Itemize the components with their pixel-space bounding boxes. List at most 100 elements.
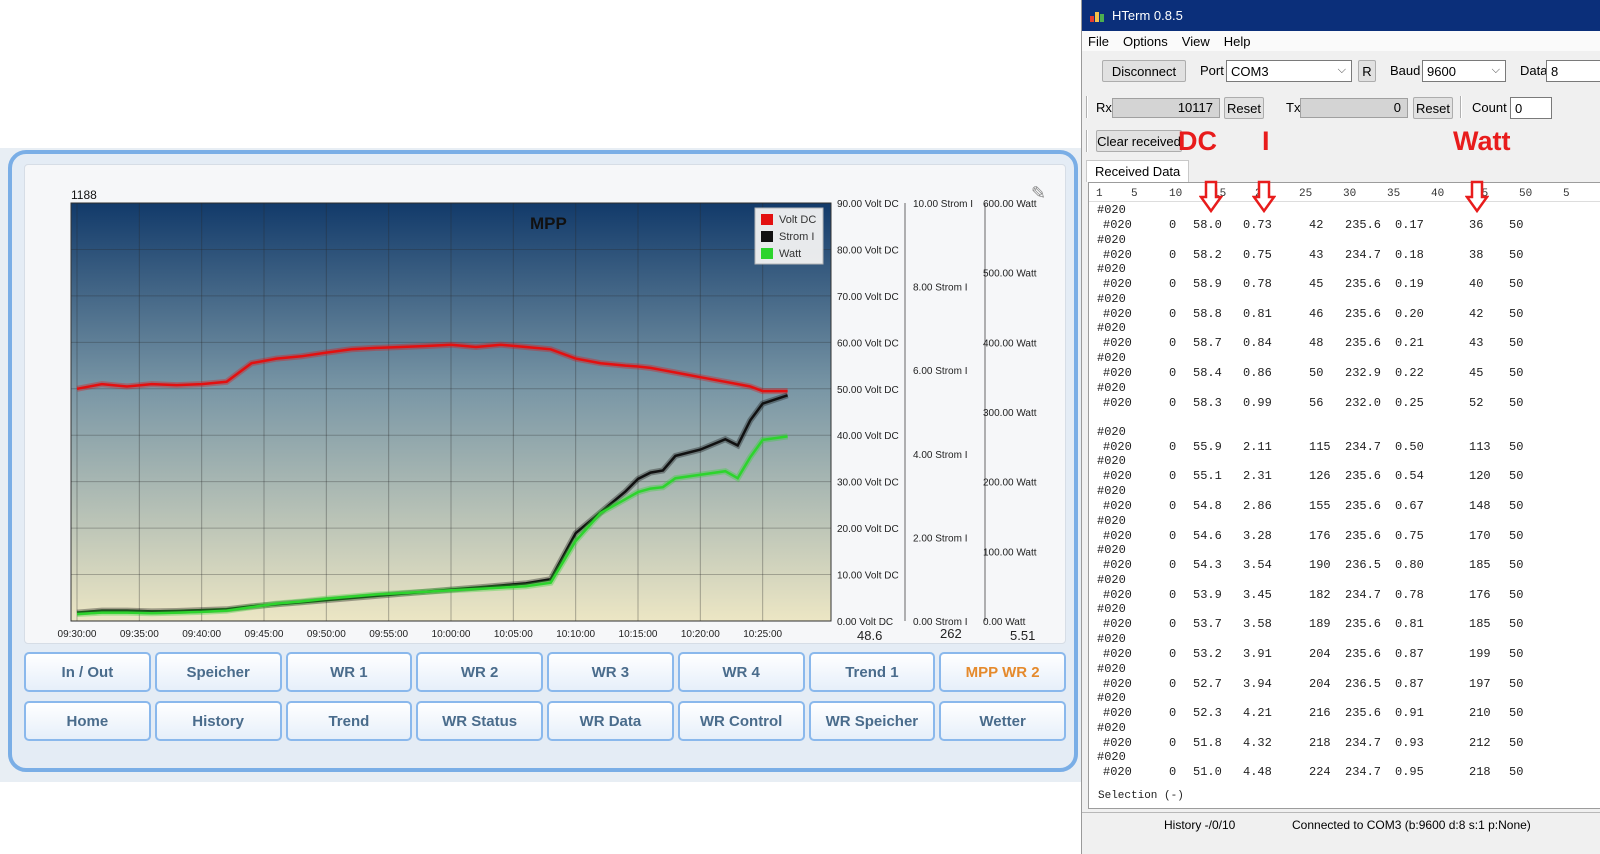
ruler-mark: 5 (1563, 188, 1570, 200)
rx-line-prefix: #020 (1103, 336, 1132, 351)
rx-cell-i: 3.54 (1243, 558, 1272, 573)
refresh-ports-button[interactable]: R (1358, 60, 1376, 82)
rx-prefix-line: #020 (1097, 454, 1126, 469)
rx-cell-c0: 0 (1169, 469, 1177, 484)
y-tick-label: 0.00 Watt (983, 617, 1026, 628)
rx-line-prefix: #020 (1103, 647, 1132, 661)
chart-title: MPP (530, 214, 567, 233)
rx-prefix-line: #020 (1097, 291, 1126, 306)
nav-button-trend[interactable]: Trend (285, 701, 413, 741)
nav-button-wr-status[interactable]: WR Status (416, 701, 543, 741)
rx-cell-dc: 51.8 (1193, 735, 1222, 750)
clear-received-button[interactable]: Clear received (1096, 130, 1182, 152)
rx-cell-dc: 58.8 (1193, 306, 1222, 321)
rx-cell-hz: 50 (1509, 499, 1524, 513)
rx-cell-w: 38 (1469, 247, 1484, 262)
rx-line-prefix: #020 (1103, 247, 1132, 262)
port-select[interactable]: COM3 ⌵ (1226, 60, 1352, 82)
window-titlebar[interactable]: HTerm 0.8.5 (1082, 0, 1600, 31)
disconnect-button[interactable]: Disconnect (1102, 60, 1186, 82)
tab-received-data[interactable]: Received Data (1086, 160, 1190, 182)
menu-file[interactable]: File (1088, 34, 1109, 49)
rx-line-prefix: #020 (1103, 366, 1132, 380)
rx-cell-w: 199 (1469, 647, 1491, 661)
rx-cell-w: 52 (1469, 395, 1484, 410)
rx-cell-dc: 51.0 (1193, 765, 1222, 780)
rx-prefix-line: #020 (1097, 632, 1126, 646)
rx-cell-hz: 50 (1509, 306, 1524, 321)
menu-view[interactable]: View (1182, 34, 1210, 49)
y-tick-label: 600.00 Watt (983, 199, 1037, 210)
rx-cell-w: 36 (1469, 218, 1484, 232)
y-tick-label: 400.00 Watt (983, 338, 1037, 349)
count-stepper[interactable]: 0 (1510, 97, 1552, 119)
menu-options[interactable]: Options (1123, 34, 1168, 49)
nav-button-wr2[interactable]: WR 2 (416, 652, 543, 692)
rx-data-line: #020 0 55.1 2.31 126 235.6 0.54 120 50 (1089, 469, 1600, 484)
rx-cell-w: 218 (1469, 765, 1491, 780)
menu-help[interactable]: Help (1224, 34, 1251, 49)
nav-button-home[interactable]: Home (24, 701, 151, 741)
baud-select[interactable]: 9600 ⌵ (1422, 60, 1506, 82)
y-tick-label: 80.00 Volt DC (837, 245, 899, 256)
edit-pencil-icon[interactable]: ✎ (1031, 183, 1051, 204)
nav-button-mpp-wr2[interactable]: MPP WR 2 (939, 652, 1066, 692)
rx-cell-v: 232.0 (1345, 395, 1382, 410)
rx-cell-w: 148 (1469, 499, 1491, 513)
y-tick-label: 200.00 Watt (983, 478, 1037, 489)
ruler-mark: 5 (1131, 188, 1138, 200)
rx-cell-f: 0.87 (1395, 676, 1424, 691)
rx-cell-f: 0.95 (1395, 765, 1424, 780)
rx-cell-v: 235.6 (1345, 277, 1382, 292)
rx-cell-p: 46 (1309, 306, 1324, 321)
rx-cell-c0: 0 (1169, 439, 1177, 454)
rx-cell-w: 176 (1469, 587, 1491, 602)
nav-button-wr4[interactable]: WR 4 (677, 652, 805, 692)
rx-data-line: #020 0 51.0 4.48 224 234.7 0.95 218 50 (1089, 765, 1600, 780)
count-value: 0 (1515, 100, 1523, 116)
rx-prefix-line: #020 (1097, 602, 1126, 617)
y-tick-label: 30.00 Volt DC (837, 478, 899, 489)
rx-cell-i: 0.86 (1243, 366, 1272, 380)
rx-cell-i: 2.11 (1243, 439, 1272, 454)
rx-cell-i: 3.28 (1243, 528, 1272, 543)
received-data-view[interactable]: 1 5 10 15 20 25 30 35 40 45 50 5 #020#02… (1088, 182, 1600, 809)
x-tick-label: 09:40:00 (182, 629, 221, 640)
y-tick-label: 500.00 Watt (983, 269, 1037, 280)
rx-prefix-line: #020 (1097, 321, 1126, 336)
rx-cell-w: 197 (1469, 676, 1491, 691)
nav-button-in-out[interactable]: In / Out (24, 652, 151, 692)
nav-button-wetter[interactable]: Wetter (939, 701, 1066, 741)
nav-button-history[interactable]: History (154, 701, 282, 741)
rx-cell-v: 234.7 (1345, 587, 1382, 602)
rx-reset-button[interactable]: Reset (1224, 97, 1264, 119)
rx-data-line: #020 0 53.2 3.91 204 235.6 0.87 199 50 (1089, 647, 1600, 662)
nav-button-wr3[interactable]: WR 3 (547, 652, 674, 692)
rx-data-line: #020 0 54.3 3.54 190 236.5 0.80 185 50 (1089, 558, 1600, 573)
nav-button-trend1[interactable]: Trend 1 (808, 652, 936, 692)
ruler-mark: 30 (1343, 188, 1357, 200)
x-tick-label: 09:35:00 (120, 629, 159, 640)
rx-cell-f: 0.22 (1395, 366, 1424, 380)
rx-cell-dc: 53.7 (1193, 617, 1222, 632)
rx-cell-f: 0.19 (1395, 277, 1424, 292)
rx-cell-dc: 54.6 (1193, 528, 1222, 543)
nav-button-speicher[interactable]: Speicher (154, 652, 282, 692)
nav-button-wr1[interactable]: WR 1 (285, 652, 413, 692)
y-tick-label: 60.00 Volt DC (837, 338, 899, 349)
tx-reset-button[interactable]: Reset (1413, 97, 1453, 119)
rx-cell-i: 0.99 (1243, 395, 1272, 410)
nav-button-wr-speicher[interactable]: WR Speicher (808, 701, 936, 741)
rx-cell-p: 126 (1309, 469, 1331, 484)
rx-data-line: #020 0 53.9 3.45 182 234.7 0.78 176 50 (1089, 588, 1600, 603)
annotation-watt: Watt (1453, 126, 1511, 156)
rx-cell-dc: 58.4 (1193, 366, 1222, 380)
y-tick-label: 2.00 Strom I (913, 533, 967, 544)
nav-button-wr-data[interactable]: WR Data (547, 701, 674, 741)
rx-data-line: #020 0 52.7 3.94 204 236.5 0.87 197 50 (1089, 677, 1600, 692)
data-bits-select[interactable]: 8 (1546, 60, 1600, 82)
nav-button-wr-control[interactable]: WR Control (677, 701, 805, 741)
rx-cell-hz: 50 (1509, 617, 1524, 632)
port-label: Port (1200, 63, 1224, 78)
rx-line-prefix: #020 (1103, 469, 1132, 484)
